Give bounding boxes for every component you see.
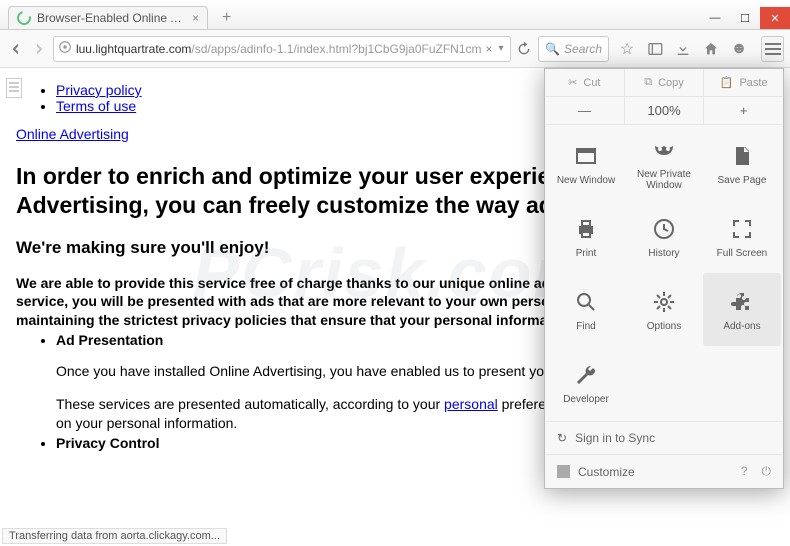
paste-icon: 📋 — [720, 76, 734, 89]
zoom-out-button[interactable]: — — [545, 97, 624, 124]
url-dropdown-icon[interactable]: ▾ — [497, 43, 506, 54]
cut-icon: ✂ — [568, 76, 577, 89]
pocket-icon[interactable]: ☻ — [729, 39, 749, 59]
reading-list-icon[interactable] — [645, 39, 665, 59]
new-private-window-button[interactable]: New Private Window — [625, 127, 703, 200]
site-identity-icon[interactable] — [58, 40, 72, 57]
downloads-icon[interactable] — [673, 39, 693, 59]
developer-button[interactable]: Developer — [547, 346, 625, 419]
home-icon[interactable] — [701, 39, 721, 59]
privacy-policy-link[interactable]: Privacy policy — [56, 82, 142, 98]
reader-mode-icon[interactable] — [6, 78, 22, 98]
forward-button[interactable] — [29, 36, 48, 62]
close-button[interactable]: ✕ — [760, 7, 790, 29]
tab-favicon — [14, 8, 33, 27]
gear-icon — [650, 288, 678, 316]
bookmark-star-icon[interactable]: ☆ — [617, 39, 637, 59]
window-icon — [572, 142, 600, 170]
status-bar: Transferring data from aorta.clickagy.co… — [2, 528, 227, 544]
find-button[interactable]: Find — [547, 273, 625, 346]
wrench-icon — [572, 361, 600, 389]
paste-button[interactable]: 📋Paste — [703, 69, 783, 96]
terms-of-use-link[interactable]: Terms of use — [56, 98, 136, 114]
search-bar[interactable]: 🔍 Search — [538, 36, 609, 62]
reload-button[interactable] — [515, 36, 534, 62]
cut-button[interactable]: ✂Cut — [545, 69, 624, 96]
url-clear-icon[interactable]: × — [482, 42, 497, 56]
history-icon — [650, 215, 678, 243]
zoom-in-button[interactable]: + — [703, 97, 783, 124]
app-menu-panel: ✂Cut ⧉Copy 📋Paste — 100% + New Window Ne… — [544, 68, 784, 489]
personal-link[interactable]: personal — [444, 396, 498, 412]
titlebar: Browser-Enabled Online A... × + — ☐ ✕ — [0, 0, 790, 30]
mask-icon — [650, 136, 678, 164]
new-tab-button[interactable]: + — [214, 7, 239, 29]
new-window-button[interactable]: New Window — [547, 127, 625, 200]
find-icon — [572, 288, 600, 316]
full-screen-button[interactable]: Full Screen — [703, 200, 781, 273]
page-icon — [728, 142, 756, 170]
hamburger-menu-button[interactable] — [761, 36, 784, 62]
copy-button[interactable]: ⧉Copy — [624, 69, 704, 96]
addons-button[interactable]: Add-ons — [703, 273, 781, 346]
search-placeholder: Search — [564, 42, 602, 56]
tab-close-icon[interactable]: × — [192, 11, 199, 25]
sync-icon: ↻ — [557, 431, 567, 445]
puzzle-icon — [728, 288, 756, 316]
print-button[interactable]: Print — [547, 200, 625, 273]
sign-in-to-sync-button[interactable]: ↻ Sign in to Sync — [545, 421, 783, 454]
save-page-button[interactable]: Save Page — [703, 127, 781, 200]
maximize-button[interactable]: ☐ — [730, 7, 760, 29]
search-icon: 🔍 — [545, 42, 560, 56]
online-advertising-link[interactable]: Online Advertising — [16, 126, 129, 142]
tab-title: Browser-Enabled Online A... — [37, 11, 186, 25]
url-text: luu.lightquartrate.com/sd/apps/adinfo-1.… — [76, 42, 482, 56]
history-button[interactable]: History — [625, 200, 703, 273]
fullscreen-icon — [728, 215, 756, 243]
browser-tab[interactable]: Browser-Enabled Online A... × — [8, 6, 208, 29]
back-button[interactable] — [6, 36, 25, 62]
help-icon[interactable]: ? — [741, 464, 748, 479]
url-bar[interactable]: luu.lightquartrate.com/sd/apps/adinfo-1.… — [53, 36, 511, 62]
print-icon — [572, 215, 600, 243]
customize-button[interactable]: Customize — [578, 465, 635, 479]
options-button[interactable]: Options — [625, 273, 703, 346]
menu-grid: New Window New Private Window Save Page … — [545, 125, 783, 421]
toolbar-icons: ☆ ☻ — [613, 39, 753, 59]
navbar: luu.lightquartrate.com/sd/apps/adinfo-1.… — [0, 30, 790, 68]
copy-icon: ⧉ — [644, 76, 652, 89]
customize-icon — [557, 465, 570, 478]
minimize-button[interactable]: — — [700, 7, 730, 29]
window-controls: — ☐ ✕ — [700, 7, 790, 29]
zoom-level[interactable]: 100% — [624, 97, 704, 124]
power-icon[interactable]: ⏻ — [762, 464, 772, 479]
